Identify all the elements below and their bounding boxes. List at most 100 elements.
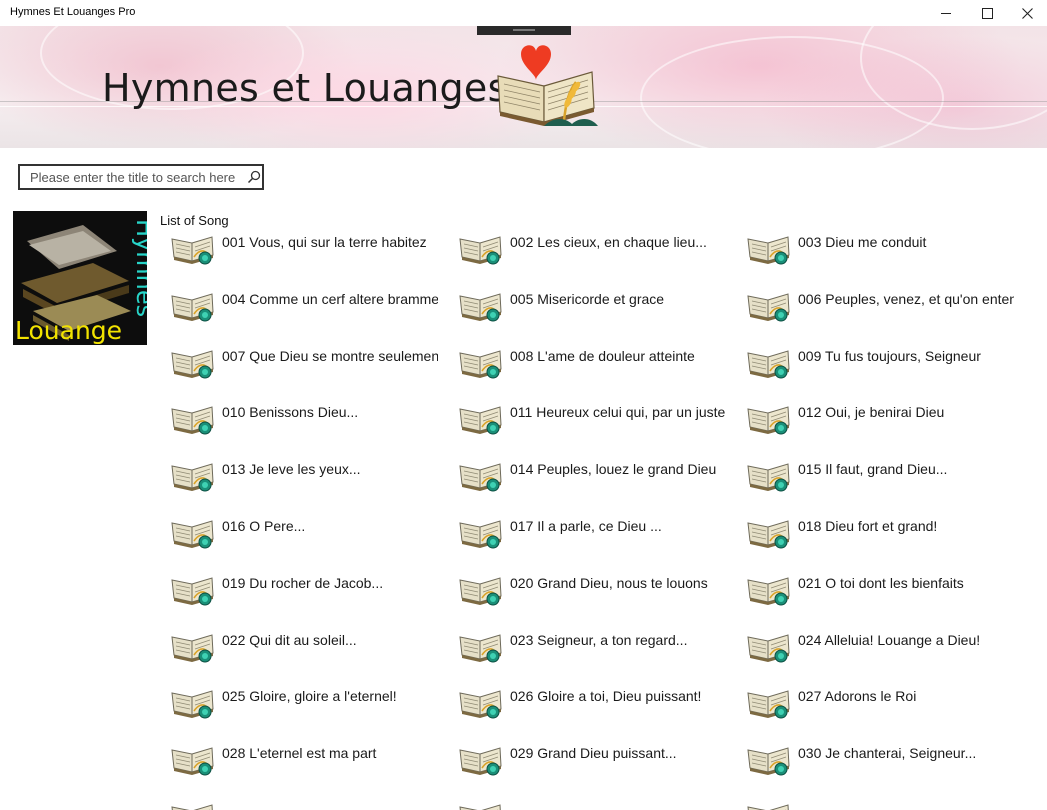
song-list-item[interactable]: 002 Les cieux, en chaque lieu...: [456, 228, 726, 268]
hymn-book-icon: [746, 458, 792, 494]
song-list-item-partial[interactable]: [744, 796, 1014, 810]
song-list-item[interactable]: 012 Oui, je benirai Dieu: [744, 398, 1014, 438]
hymn-book-icon: [458, 799, 504, 810]
hymn-book-icon: [746, 799, 792, 810]
song-title: 030 Je chanterai, Seigneur...: [798, 745, 977, 761]
minimize-button[interactable]: [926, 0, 966, 26]
song-title: 022 Qui dit au soleil...: [222, 632, 357, 648]
song-list-label: List of Song: [160, 213, 229, 228]
song-title: 016 O Pere...: [222, 518, 306, 534]
hymn-book-icon: [170, 685, 216, 721]
song-list-item[interactable]: 015 Il faut, grand Dieu...: [744, 455, 1014, 495]
maximize-button[interactable]: [967, 0, 1007, 26]
hymn-book-icon: [458, 288, 504, 324]
song-title: 009 Tu fus toujours, Seigneur: [798, 348, 981, 364]
song-list-item[interactable]: 030 Je chanterai, Seigneur...: [744, 739, 1014, 779]
song-list-item[interactable]: 008 L'ame de douleur atteinte: [456, 342, 726, 382]
song-list-item-partial[interactable]: [168, 796, 438, 810]
song-title: 012 Oui, je benirai Dieu: [798, 404, 945, 420]
hymn-book-icon: [458, 685, 504, 721]
song-list-item[interactable]: 006 Peuples, venez, et qu'on enten: [744, 285, 1014, 325]
song-list-item-partial[interactable]: [456, 796, 726, 810]
song-list-item[interactable]: 014 Peuples, louez le grand Dieu: [456, 455, 726, 495]
song-list-item[interactable]: 005 Misericorde et grace: [456, 285, 726, 325]
search-input[interactable]: [20, 166, 250, 188]
song-title: 021 O toi dont les bienfaits: [798, 575, 964, 591]
hymn-book-icon: [458, 572, 504, 608]
song-list-item[interactable]: 016 O Pere...: [168, 512, 438, 552]
hymn-book-icon: [458, 742, 504, 778]
song-list-item[interactable]: 019 Du rocher de Jacob...: [168, 569, 438, 609]
hymn-book-icon: [746, 288, 792, 324]
hymn-book-icon: [170, 799, 216, 810]
hymn-book-icon: [458, 345, 504, 381]
song-list-item[interactable]: 010 Benissons Dieu...: [168, 398, 438, 438]
hymn-book-icon: [458, 401, 504, 437]
song-list-item[interactable]: 022 Qui dit au soleil...: [168, 626, 438, 666]
header-banner: Hymnes et Louanges: [0, 26, 1047, 148]
song-title: 008 L'ame de douleur atteinte: [510, 348, 695, 364]
song-title: 024 Alleluia! Louange a Dieu!: [798, 632, 981, 648]
song-list-item[interactable]: 003 Dieu me conduit: [744, 228, 1014, 268]
hymn-book-icon: [458, 515, 504, 551]
page-title: Hymnes et Louanges: [102, 66, 508, 110]
song-title: 028 L'eternel est ma part: [222, 745, 377, 761]
song-title: 005 Misericorde et grace: [510, 291, 665, 307]
hymn-book-icon: [170, 288, 216, 324]
song-list-item[interactable]: 013 Je leve les yeux...: [168, 455, 438, 495]
side-image-text-hymnes: Hymnes: [131, 219, 147, 317]
hymn-book-icon: [170, 629, 216, 665]
song-list-item[interactable]: 024 Alleluia! Louange a Dieu!: [744, 626, 1014, 666]
heart-book-logo-icon: [497, 45, 598, 126]
song-grid: 001 Vous, qui sur la terre habitez 002 Le…: [168, 228, 1038, 810]
song-list-item[interactable]: 004 Comme un cerf altere bramme: [168, 285, 438, 325]
song-title: 007 Que Dieu se montre seulemen: [222, 348, 438, 364]
song-list-item[interactable]: 025 Gloire, gloire a l'eternel!: [168, 682, 438, 722]
song-list-item[interactable]: 018 Dieu fort et grand!: [744, 512, 1014, 552]
song-title: 019 Du rocher de Jacob...: [222, 575, 384, 591]
hymn-book-icon: [170, 572, 216, 608]
song-title: 018 Dieu fort et grand!: [798, 518, 938, 534]
hymn-book-icon: [170, 515, 216, 551]
song-list-item[interactable]: 028 L'eternel est ma part: [168, 739, 438, 779]
song-title: 011 Heureux celui qui, par un juste: [510, 404, 726, 420]
song-list-item[interactable]: 027 Adorons le Roi: [744, 682, 1014, 722]
book-stack-illustration: Hymnes Louange: [13, 211, 147, 345]
song-list-item[interactable]: 026 Gloire a toi, Dieu puissant!: [456, 682, 726, 722]
song-list-item[interactable]: 023 Seigneur, a ton regard...: [456, 626, 726, 666]
song-list-item[interactable]: 009 Tu fus toujours, Seigneur: [744, 342, 1014, 382]
hymn-book-icon: [458, 629, 504, 665]
side-image-text-louange: Louange: [15, 316, 122, 345]
song-list-item[interactable]: 021 O toi dont les bienfaits: [744, 569, 1014, 609]
song-list-item[interactable]: 011 Heureux celui qui, par un juste: [456, 398, 726, 438]
song-title: 001 Vous, qui sur la terre habitez: [222, 234, 427, 250]
song-list-item[interactable]: 020 Grand Dieu, nous te louons: [456, 569, 726, 609]
song-title: 013 Je leve les yeux...: [222, 461, 361, 477]
song-title: 027 Adorons le Roi: [798, 688, 917, 704]
song-list-item[interactable]: 001 Vous, qui sur la terre habitez: [168, 228, 438, 268]
close-button[interactable]: [1007, 0, 1047, 26]
search-box[interactable]: [18, 164, 264, 190]
song-title: 004 Comme un cerf altere bramme: [222, 291, 438, 307]
banner-tab-handle: [477, 26, 571, 35]
search-icon[interactable]: [247, 170, 261, 184]
hymn-book-icon: [746, 401, 792, 437]
song-title: 015 Il faut, grand Dieu...: [798, 461, 948, 477]
hymn-book-icon: [746, 629, 792, 665]
hymn-book-icon: [458, 458, 504, 494]
minimize-icon: [941, 12, 951, 14]
hymn-book-icon: [170, 231, 216, 267]
hymnal-cover-image: Hymnes Louange: [13, 211, 147, 345]
song-title: 006 Peuples, venez, et qu'on enten: [798, 291, 1014, 307]
hymn-book-icon: [458, 231, 504, 267]
song-list-item[interactable]: 017 Il a parle, ce Dieu ...: [456, 512, 726, 552]
song-title: 010 Benissons Dieu...: [222, 404, 359, 420]
hymn-book-icon: [746, 515, 792, 551]
song-list-item[interactable]: 029 Grand Dieu puissant...: [456, 739, 726, 779]
hymn-book-icon: [746, 345, 792, 381]
song-title: 014 Peuples, louez le grand Dieu: [510, 461, 717, 477]
song-list-item[interactable]: 007 Que Dieu se montre seulemen: [168, 342, 438, 382]
close-icon: [1021, 7, 1033, 19]
song-title: 023 Seigneur, a ton regard...: [510, 632, 688, 648]
maximize-icon: [981, 7, 993, 19]
